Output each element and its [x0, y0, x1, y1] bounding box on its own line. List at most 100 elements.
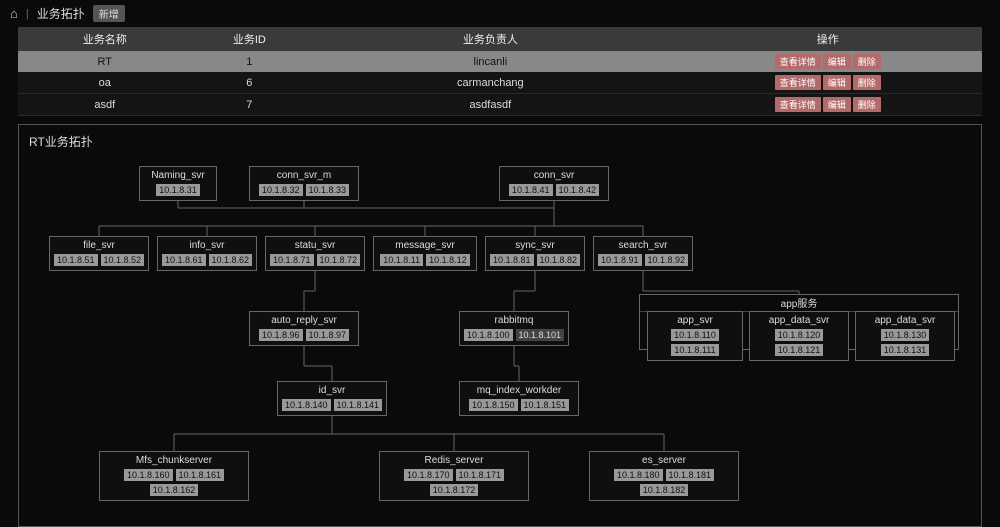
node-label: Redis_server	[382, 455, 526, 466]
ip-chip: 10.1.8.110	[671, 329, 719, 341]
app-group-title: app服务	[640, 294, 958, 312]
cell-id: 1	[192, 51, 308, 72]
node-auto_reply_svr[interactable]: auto_reply_svr10.1.8.9610.1.8.97	[249, 311, 359, 346]
th-id: 业务ID	[192, 27, 308, 51]
ip-chip: 10.1.8.182	[640, 484, 689, 496]
ip-chip: 10.1.8.71	[270, 254, 314, 266]
table-row[interactable]: oa6carmanchang查看详情编辑删除	[18, 72, 982, 94]
node-sync_svr[interactable]: sync_svr10.1.8.8110.1.8.82	[485, 236, 585, 271]
detail-button[interactable]: 查看详情	[775, 97, 821, 112]
ip-chip: 10.1.8.101	[516, 329, 565, 341]
ip-chip: 10.1.8.52	[101, 254, 145, 266]
ip-chip: 10.1.8.81	[490, 254, 534, 266]
detail-button[interactable]: 查看详情	[775, 54, 821, 69]
header-bar: ⌂ | 业务拓扑 新增	[0, 0, 1000, 27]
ip-chip: 10.1.8.62	[209, 254, 253, 266]
ip-chip: 10.1.8.180	[614, 469, 663, 481]
node-label: Mfs_chunkserver	[102, 455, 246, 466]
topology-title: RT业务拓扑	[29, 133, 971, 150]
ip-chip: 10.1.8.51	[54, 254, 98, 266]
cell-owner: carmanchang	[307, 72, 673, 94]
table-row[interactable]: RT1lincanli查看详情编辑删除	[18, 51, 982, 72]
ip-chip: 10.1.8.161	[176, 469, 225, 481]
node-label: auto_reply_svr	[252, 315, 356, 326]
node-conn_svr_m[interactable]: conn_svr_m10.1.8.3210.1.8.33	[249, 166, 359, 201]
divider: |	[26, 8, 29, 20]
node-label: file_svr	[52, 240, 146, 251]
node-app_svr[interactable]: app_svr 10.1.8.110 10.1.8.111	[647, 311, 743, 361]
ip-chip: 10.1.8.160	[124, 469, 173, 481]
edit-button[interactable]: 编辑	[823, 54, 851, 69]
node-label: info_svr	[160, 240, 254, 251]
node-label: mq_index_workder	[462, 385, 576, 396]
node-conn_svr[interactable]: conn_svr 10.1.8.4110.1.8.42	[499, 166, 609, 201]
ip-chip: 10.1.8.150	[469, 399, 518, 411]
node-label: sync_svr	[488, 240, 582, 251]
ip-chip: 10.1.8.32	[259, 184, 303, 196]
cell-name: asdf	[18, 94, 192, 116]
ip-chip: 10.1.8.121	[775, 344, 824, 356]
topology-panel: RT业务拓扑 app服务 Naming_svr10.1.8.31 conn_svr…	[18, 124, 982, 527]
node-es_server[interactable]: es_server 10.1.8.18010.1.8.181 10.1.8.182	[589, 451, 739, 501]
edit-button[interactable]: 编辑	[823, 97, 851, 112]
node-id_svr[interactable]: id_svr10.1.8.14010.1.8.141	[277, 381, 387, 416]
business-table: 业务名称 业务ID 业务负责人 操作 RT1lincanli查看详情编辑删除oa…	[0, 27, 1000, 116]
ip-chip: 10.1.8.42	[556, 184, 600, 196]
table-row[interactable]: asdf7asdfasdf查看详情编辑删除	[18, 94, 982, 116]
cell-owner: asdfasdf	[307, 94, 673, 116]
detail-button[interactable]: 查看详情	[775, 75, 821, 90]
node-info_svr[interactable]: info_svr 10.1.8.6110.1.8.62	[157, 236, 257, 271]
th-owner: 业务负责人	[307, 27, 673, 51]
node-label: conn_svr	[502, 170, 606, 181]
ip-chip: 10.1.8.33	[306, 184, 350, 196]
home-icon[interactable]: ⌂	[10, 6, 18, 21]
th-op: 操作	[674, 27, 983, 51]
node-mfs_chunkserver[interactable]: Mfs_chunkserver 10.1.8.16010.1.8.161 10.1.…	[99, 451, 249, 501]
node-redis_server[interactable]: Redis_server10.1.8.17010.1.8.17110.1.8.1…	[379, 451, 529, 501]
node-label: es_server	[592, 455, 736, 466]
node-message_svr[interactable]: message_svr10.1.8.1110.1.8.12	[373, 236, 477, 271]
ip-chip: 10.1.8.171	[456, 469, 505, 481]
breadcrumb[interactable]: 业务拓扑	[37, 5, 85, 22]
ip-chip: 10.1.8.130	[881, 329, 930, 341]
ip-chip: 10.1.8.111	[671, 344, 718, 356]
node-statu_svr[interactable]: statu_svr10.1.8.7110.1.8.72	[265, 236, 365, 271]
cell-name: RT	[18, 51, 192, 72]
cell-actions: 查看详情编辑删除	[674, 51, 983, 72]
edit-button[interactable]: 编辑	[823, 75, 851, 90]
node-search_svr[interactable]: search_svr10.1.8.9110.1.8.92	[593, 236, 693, 271]
node-naming_svr[interactable]: Naming_svr10.1.8.31	[139, 166, 217, 201]
th-name: 业务名称	[18, 27, 192, 51]
cell-id: 6	[192, 72, 308, 94]
node-app_data_svr2[interactable]: app_data_svr10.1.8.13010.1.8.131	[855, 311, 955, 361]
ip-chip: 10.1.8.181	[666, 469, 715, 481]
ip-chip: 10.1.8.97	[306, 329, 350, 341]
cell-actions: 查看详情编辑删除	[674, 72, 983, 94]
node-label: rabbitmq	[462, 315, 566, 326]
node-label: app_svr	[650, 315, 740, 326]
node-app_data_svr1[interactable]: app_data_svr10.1.8.12010.1.8.121	[749, 311, 849, 361]
ip-chip: 10.1.8.162	[150, 484, 199, 496]
cell-name: oa	[18, 72, 192, 94]
node-mq_index_workder[interactable]: mq_index_workder 10.1.8.15010.1.8.151	[459, 381, 579, 416]
ip-chip: 10.1.8.120	[775, 329, 824, 341]
node-label: Naming_svr	[142, 170, 214, 181]
cell-owner: lincanli	[307, 51, 673, 72]
new-button[interactable]: 新增	[93, 5, 125, 22]
ip-chip: 10.1.8.91	[598, 254, 642, 266]
ip-chip: 10.1.8.131	[881, 344, 930, 356]
ip-chip: 10.1.8.61	[162, 254, 206, 266]
delete-button[interactable]: 删除	[853, 75, 881, 90]
delete-button[interactable]: 删除	[853, 54, 881, 69]
cell-id: 7	[192, 94, 308, 116]
node-rabbitmq[interactable]: rabbitmq10.1.8.10010.1.8.101	[459, 311, 569, 346]
cell-actions: 查看详情编辑删除	[674, 94, 983, 116]
node-label: statu_svr	[268, 240, 362, 251]
ip-chip: 10.1.8.151	[521, 399, 570, 411]
ip-chip: 10.1.8.141	[334, 399, 383, 411]
delete-button[interactable]: 删除	[853, 97, 881, 112]
ip-chip: 10.1.8.41	[509, 184, 553, 196]
node-label: search_svr	[596, 240, 690, 251]
ip-chip: 10.1.8.11	[380, 254, 423, 266]
node-file_svr[interactable]: file_svr 10.1.8.5110.1.8.52	[49, 236, 149, 271]
